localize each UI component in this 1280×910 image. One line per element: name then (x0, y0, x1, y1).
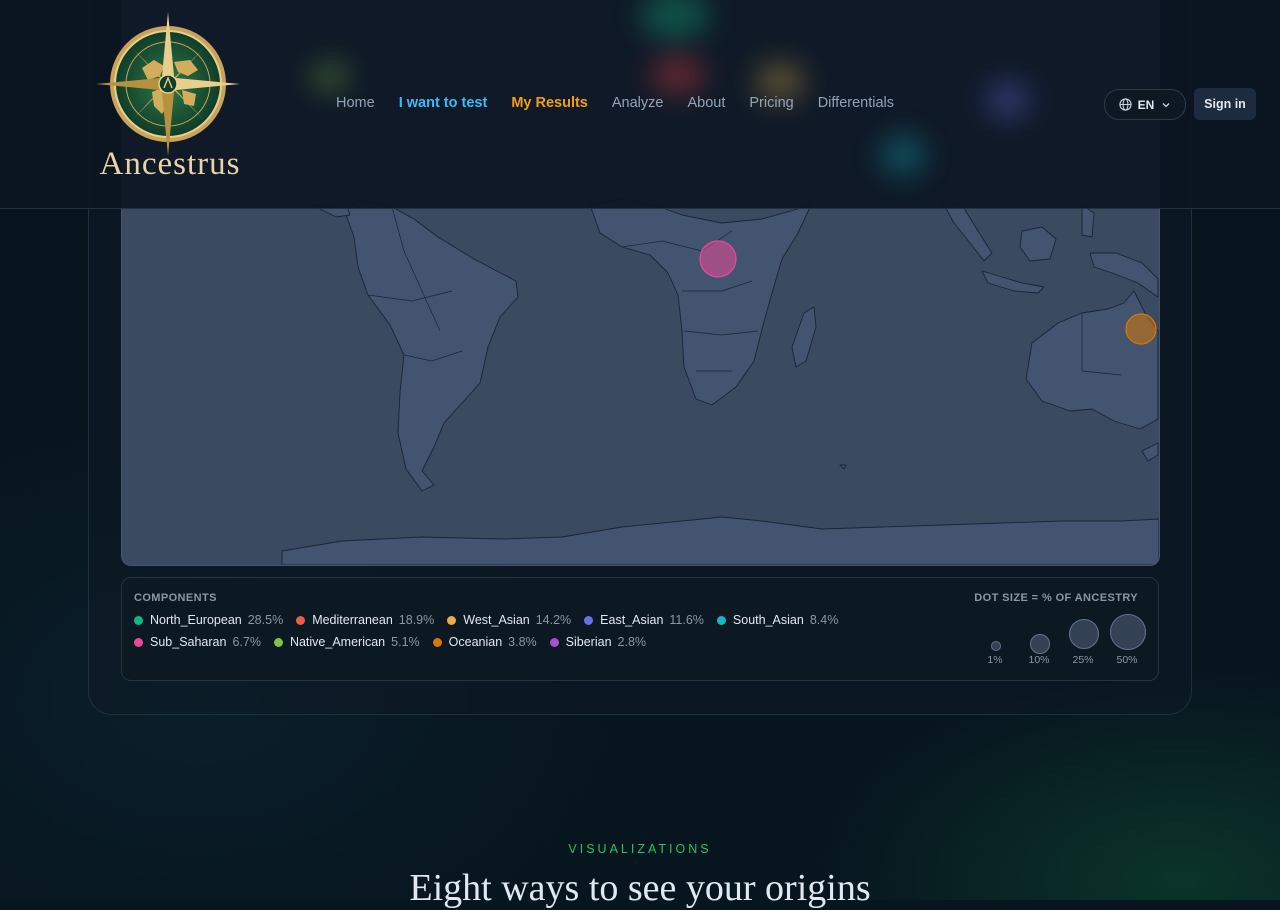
dot-size-sample-10 (1030, 634, 1050, 654)
indonesia-islands (981, 270, 1045, 294)
nav-differentials[interactable]: Differentials (818, 95, 894, 111)
legend-item[interactable]: Sub_Saharan 6.7% (134, 635, 261, 649)
legend-item[interactable]: Siberian 2.8% (549, 635, 647, 649)
legend-name: Mediterranean (312, 613, 393, 627)
legend-color-dot (432, 637, 442, 647)
legend-item[interactable]: West_Asian 14.2% (447, 613, 571, 627)
south-america-landmass (343, 200, 519, 492)
sign-in-button[interactable]: Sign in (1194, 88, 1256, 120)
language-label: EN (1137, 97, 1155, 112)
australia-landmass (1025, 290, 1159, 430)
legend-name: Oceanian (448, 635, 503, 649)
legend-name: Sub_Saharan (150, 635, 227, 649)
site-header: Ancestrus Home I want to test My Results… (0, 0, 1280, 209)
dot-size-title: DOT SIZE = % OF ANCESTRY (974, 592, 1138, 604)
dot-size-label: 1% (987, 654, 1003, 666)
legend-item[interactable]: Mediterranean 18.9% (296, 613, 434, 627)
chevron-down-icon (1162, 102, 1170, 107)
legend-color-dot (296, 615, 306, 625)
legend-name: North_European (150, 613, 242, 627)
brand-name: Ancestrus (99, 146, 241, 182)
section-eyebrow: VISUALIZATIONS (568, 842, 712, 856)
dot-size-sample-50 (1110, 614, 1146, 650)
new-guinea-island (1089, 252, 1159, 298)
components-legend-panel: COMPONENTS North_European 28.5% Mediterr… (121, 577, 1159, 681)
legend-color-dot (584, 615, 594, 625)
legend-item[interactable]: Oceanian 3.8% (432, 635, 537, 649)
legend-item[interactable]: East_Asian 11.6% (584, 613, 704, 627)
madagascar-landmass (791, 306, 817, 368)
nav-analyze[interactable]: Analyze (612, 95, 664, 111)
nav-my-results[interactable]: My Results (511, 95, 588, 111)
legend-name: East_Asian (600, 613, 664, 627)
ancestry-marker-oceanian[interactable] (1125, 313, 1157, 345)
new-zealand-island (1141, 442, 1159, 462)
legend-percent: 6.7% (232, 635, 261, 649)
legend-percent: 3.8% (508, 635, 537, 649)
legend-percent: 18.9% (398, 613, 435, 627)
africa-landmass (589, 198, 813, 406)
southeast-asia-landmass (941, 200, 993, 262)
nav-about[interactable]: About (687, 95, 725, 111)
section-headline: Eight ways to see your origins (409, 867, 871, 909)
legend-color-dot (549, 637, 559, 647)
legend-item[interactable]: South_Asian 8.4% (716, 613, 839, 627)
components-title: COMPONENTS (134, 592, 217, 604)
dot-size-sample-25 (1069, 619, 1099, 649)
small-island (839, 464, 847, 470)
globe-icon (1119, 98, 1132, 111)
dot-size-sample-1 (991, 641, 1001, 651)
legend-color-dot (134, 637, 143, 647)
legend-name: West_Asian (463, 613, 530, 627)
borneo-island (1019, 226, 1057, 262)
legend-name: South_Asian (732, 613, 804, 627)
legend-item[interactable]: Native_American 5.1% (273, 635, 420, 649)
legend-percent: 11.6% (669, 613, 704, 627)
legend-color-dot (134, 615, 143, 625)
legend-color-dot (273, 637, 283, 647)
legend-row-2: Sub_Saharan 6.7% Native_American 5.1% Oc… (134, 635, 659, 649)
legend-percent: 8.4% (809, 613, 839, 627)
legend-percent: 5.1% (391, 635, 420, 649)
legend-percent: 28.5% (247, 613, 284, 627)
philippines-islands (1081, 204, 1095, 238)
nav-pricing[interactable]: Pricing (749, 95, 793, 111)
legend-name: Siberian (565, 635, 612, 649)
legend-percent: 14.2% (535, 613, 572, 627)
nav-home[interactable]: Home (336, 95, 375, 111)
dot-size-label: 25% (1072, 654, 1094, 666)
dot-size-label: 10% (1028, 654, 1050, 666)
legend-color-dot (447, 615, 457, 625)
legend-percent: 2.8% (617, 635, 647, 649)
dot-size-scale: 1% 10% 25% 50% (978, 612, 1148, 672)
nav-i-want-to-test[interactable]: I want to test (399, 95, 488, 111)
ancestry-marker-sub-saharan[interactable] (699, 240, 737, 278)
dot-size-label: 50% (1116, 654, 1138, 666)
legend-row-1: North_European 28.5% Mediterranean 18.9%… (134, 613, 851, 627)
legend-name: Native_American (289, 635, 386, 649)
legend-item[interactable]: North_European 28.5% (134, 613, 283, 627)
language-selector[interactable]: EN (1104, 89, 1186, 120)
legend-color-dot (716, 615, 726, 625)
main-nav: Home I want to test My Results Analyze A… (336, 95, 918, 111)
antarctica-landmass (281, 516, 1159, 565)
